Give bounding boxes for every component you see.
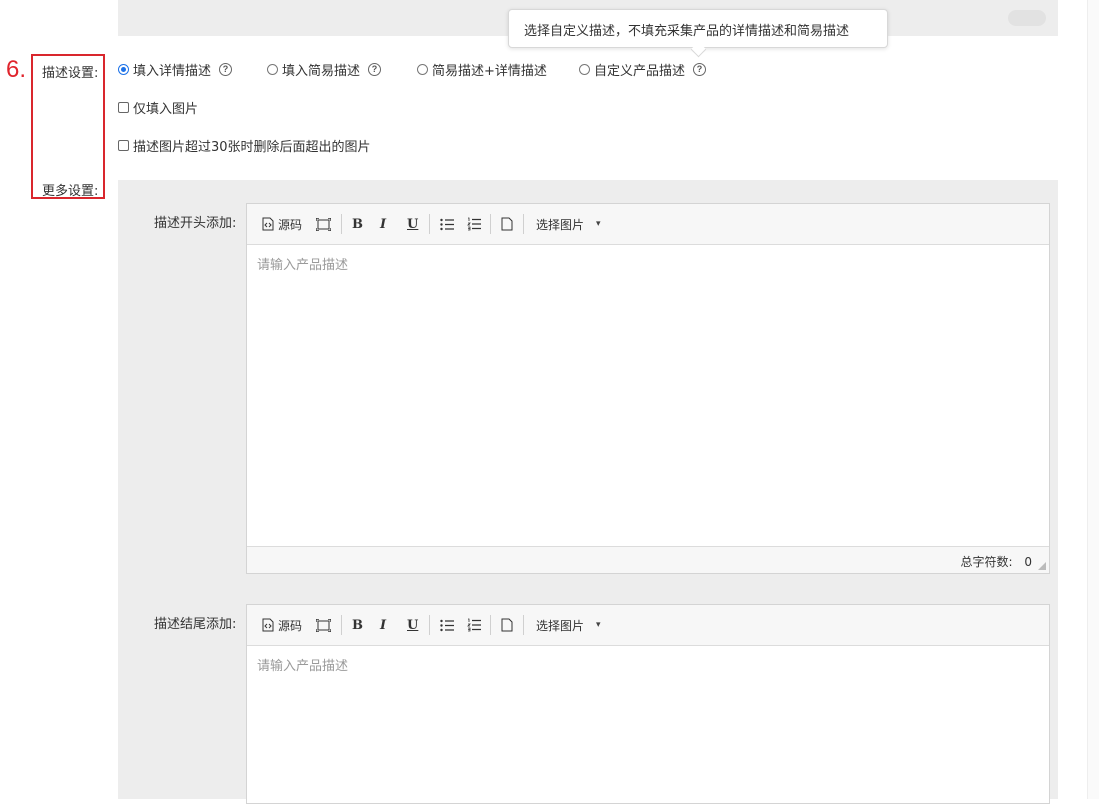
top-strip-button[interactable]: [1008, 10, 1046, 26]
radio-label: 简易描述+详情描述: [432, 64, 547, 79]
radio-button[interactable]: [267, 64, 278, 75]
checkbox-box[interactable]: [118, 140, 129, 151]
resize-handle[interactable]: [1038, 562, 1046, 570]
editor-toolbar: 源码 B I U 选择图片 ▾: [247, 605, 1049, 646]
radio-fill-simple-description[interactable]: 填入简易描述 ?: [267, 60, 382, 79]
bulleted-list-icon: [440, 218, 454, 230]
radio-button[interactable]: [417, 64, 428, 75]
editor-footer: 总字符数: 0: [247, 546, 1049, 573]
radio-simple-plus-detail[interactable]: 简易描述+详情描述: [417, 60, 547, 79]
help-icon[interactable]: ?: [368, 63, 382, 76]
toolbar-separator: [490, 615, 491, 635]
radio-label: 填入简易描述: [282, 64, 361, 79]
editor-content-area[interactable]: 请输入产品描述: [247, 245, 1049, 546]
toolbar-separator: [429, 615, 430, 635]
page-scrollbar[interactable]: [1087, 0, 1099, 799]
editor-content-area[interactable]: 请输入产品描述: [247, 646, 1049, 803]
checkbox-box[interactable]: [118, 102, 129, 113]
toolbar-separator: [523, 615, 524, 635]
fullscreen-icon: [316, 217, 331, 231]
bold-button[interactable]: B: [352, 215, 363, 233]
bold-button[interactable]: B: [352, 616, 363, 634]
more-settings-label: 更多设置:: [42, 184, 99, 199]
toolbar-separator: [341, 214, 342, 234]
select-image-dropdown[interactable]: 选择图片 ▾: [536, 616, 601, 634]
editor-placeholder: 请输入产品描述: [257, 659, 349, 674]
help-icon[interactable]: ?: [219, 63, 233, 76]
checkbox-label: 描述图片超过30张时删除后面超出的图片: [133, 140, 371, 155]
radio-custom-product-description[interactable]: 自定义产品描述 ?: [579, 60, 707, 79]
source-code-label: 源码: [278, 618, 303, 633]
radio-button-checked[interactable]: [118, 64, 129, 75]
bulleted-list-icon: [440, 619, 454, 631]
chevron-down-icon: ▾: [596, 219, 601, 229]
select-image-label: 选择图片: [536, 217, 585, 232]
radio-fill-detail-description[interactable]: 填入详情描述 ?: [118, 60, 233, 79]
char-count-value: 0: [1024, 555, 1032, 569]
source-code-button[interactable]: 源码: [262, 215, 302, 233]
document-icon: [501, 217, 513, 231]
numbered-list-icon: [467, 217, 481, 231]
underline-button[interactable]: U: [407, 215, 418, 233]
source-code-label: 源码: [278, 217, 303, 232]
underline-button[interactable]: U: [407, 616, 418, 634]
editor-placeholder: 请输入产品描述: [257, 258, 349, 273]
numbered-list-icon: [467, 618, 481, 632]
select-image-label: 选择图片: [536, 618, 585, 633]
editor-toolbar: 源码 B I U 选择图片 ▾: [247, 204, 1049, 245]
radio-button[interactable]: [579, 64, 590, 75]
italic-button[interactable]: I: [380, 215, 386, 233]
checkbox-delete-extra-images[interactable]: 描述图片超过30张时删除后面超出的图片: [118, 136, 371, 155]
bulleted-list-button[interactable]: [440, 616, 454, 634]
source-code-icon: [262, 217, 274, 231]
fullscreen-icon: [316, 618, 331, 632]
toolbar-separator: [523, 214, 524, 234]
char-count: 总字符数: 0: [960, 553, 1032, 570]
editor-start-label: 描述开头添加:: [154, 216, 237, 231]
fullscreen-button[interactable]: [316, 215, 331, 233]
char-count-label: 总字符数:: [960, 555, 1013, 569]
tooltip-text: 选择自定义描述，不填充采集产品的详情描述和简易描述: [524, 24, 850, 39]
checkbox-image-only[interactable]: 仅填入图片: [118, 98, 198, 117]
step-number: 6.: [6, 56, 27, 83]
editor-end-label: 描述结尾添加:: [154, 617, 237, 632]
fullscreen-button[interactable]: [316, 616, 331, 634]
select-image-dropdown[interactable]: 选择图片 ▾: [536, 215, 601, 233]
radio-label: 自定义产品描述: [594, 64, 686, 79]
bulleted-list-button[interactable]: [440, 215, 454, 233]
toolbar-separator: [429, 214, 430, 234]
italic-button[interactable]: I: [380, 616, 386, 634]
checkbox-label: 仅填入图片: [133, 102, 199, 117]
description-settings-label: 描述设置:: [42, 66, 99, 81]
source-code-button[interactable]: 源码: [262, 616, 302, 634]
page-button[interactable]: [501, 616, 513, 634]
numbered-list-button[interactable]: [467, 215, 481, 233]
radio-label: 填入详情描述: [133, 64, 212, 79]
help-icon[interactable]: ?: [693, 63, 707, 76]
numbered-list-button[interactable]: [467, 616, 481, 634]
chevron-down-icon: ▾: [596, 620, 601, 630]
page-button[interactable]: [501, 215, 513, 233]
rich-text-editor-end: 源码 B I U 选择图片 ▾ 请输入产品描述: [246, 604, 1050, 804]
toolbar-separator: [490, 214, 491, 234]
rich-text-editor-start: 源码 B I U 选择图片 ▾ 请输入产品描述 总字符数: 0: [246, 203, 1050, 574]
source-code-icon: [262, 618, 274, 632]
document-icon: [501, 618, 513, 632]
toolbar-separator: [341, 615, 342, 635]
